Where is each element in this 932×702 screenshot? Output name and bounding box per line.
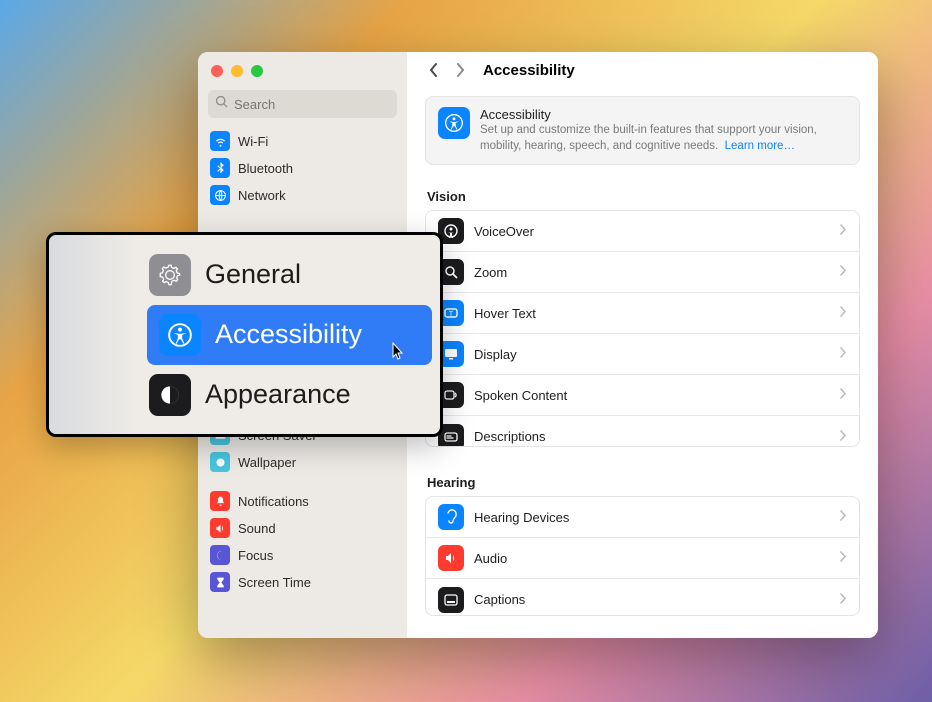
sidebar-item-label: Network (238, 188, 286, 203)
callout-label: Appearance (205, 379, 351, 410)
row-spokencontent[interactable]: Spoken Content (426, 375, 859, 416)
close-window-button[interactable] (211, 65, 223, 77)
audio-icon (438, 545, 464, 571)
wifi-icon (210, 131, 230, 151)
zoom-callout: General Accessibility Appearance (46, 232, 443, 437)
hero-banner: Accessibility Set up and customize the b… (425, 96, 860, 165)
sidebar-item-wifi[interactable]: Wi-Fi (208, 128, 397, 154)
sidebar-item-network[interactable]: Network (208, 182, 397, 208)
sidebar-item-label: Wallpaper (238, 455, 296, 470)
row-label: Spoken Content (474, 388, 840, 403)
sidebar-item-label: Focus (238, 548, 273, 563)
sidebar-item-focus[interactable]: Focus (208, 542, 397, 568)
chevron-right-icon (840, 304, 847, 322)
sidebar-item-label: Notifications (238, 494, 309, 509)
row-label: Zoom (474, 265, 840, 280)
row-descriptions[interactable]: Descriptions (426, 416, 859, 447)
zoom-window-button[interactable] (251, 65, 263, 77)
bluetooth-icon (210, 158, 230, 178)
content-pane: Accessibility Accessibility Set up and c… (407, 52, 878, 638)
nav-back-button[interactable] (423, 59, 445, 81)
callout-general[interactable]: General (139, 245, 440, 305)
chevron-right-icon (840, 508, 847, 526)
section-label-hearing: Hearing (427, 475, 858, 490)
search-field[interactable] (208, 90, 397, 118)
cursor-icon (392, 342, 406, 367)
row-hovertext[interactable]: T Hover Text (426, 293, 859, 334)
globe-icon (210, 185, 230, 205)
hero-title: Accessibility (480, 107, 847, 122)
sidebar-item-sound[interactable]: Sound (208, 515, 397, 541)
row-hearingdevices[interactable]: Hearing Devices (426, 497, 859, 538)
section-label-vision: Vision (427, 189, 858, 204)
callout-accessibility[interactable]: Accessibility (147, 305, 432, 365)
search-input[interactable] (234, 97, 410, 112)
hero-text: Accessibility Set up and customize the b… (480, 107, 847, 154)
window-controls (198, 52, 407, 90)
accessibility-icon (438, 107, 470, 139)
page-title: Accessibility (483, 62, 575, 79)
hearing-rows: Hearing Devices Audio Captions (425, 496, 860, 616)
chevron-right-icon (840, 428, 847, 446)
sidebar-item-label: Wi-Fi (238, 134, 268, 149)
search-icon (215, 95, 234, 114)
bell-icon (210, 491, 230, 511)
sidebar-item-screentime[interactable]: Screen Time (208, 569, 397, 595)
row-label: Display (474, 347, 840, 362)
row-label: Hearing Devices (474, 510, 840, 525)
svg-text:T: T (449, 311, 454, 318)
captions-icon (438, 587, 464, 613)
row-label: Audio (474, 551, 840, 566)
chevron-right-icon (840, 345, 847, 363)
chevron-right-icon (840, 263, 847, 281)
row-audio[interactable]: Audio (426, 538, 859, 579)
row-voiceover[interactable]: VoiceOver (426, 211, 859, 252)
gear-icon (149, 254, 191, 296)
minimize-window-button[interactable] (231, 65, 243, 77)
learn-more-link[interactable]: Learn more… (725, 140, 795, 152)
row-label: Descriptions (474, 429, 840, 444)
sidebar-item-notifications[interactable]: Notifications (208, 488, 397, 514)
ear-icon (438, 504, 464, 530)
topbar: Accessibility (407, 52, 878, 88)
row-label: Hover Text (474, 306, 840, 321)
appearance-icon (149, 374, 191, 416)
sidebar-item-label: Sound (238, 521, 276, 536)
row-label: VoiceOver (474, 224, 840, 239)
chevron-right-icon (840, 386, 847, 404)
vision-rows: VoiceOver Zoom T Hover Text Display Spok… (425, 210, 860, 447)
accessibility-icon (159, 314, 201, 356)
speaker-icon (210, 518, 230, 538)
callout-appearance[interactable]: Appearance (139, 365, 440, 425)
row-captions[interactable]: Captions (426, 579, 859, 616)
callout-label: Accessibility (215, 319, 362, 350)
hourglass-icon (210, 572, 230, 592)
sidebar-item-bluetooth[interactable]: Bluetooth (208, 155, 397, 181)
chevron-right-icon (840, 591, 847, 609)
row-label: Captions (474, 592, 840, 607)
sidebar-item-wallpaper[interactable]: Wallpaper (208, 449, 397, 475)
chevron-right-icon (840, 222, 847, 240)
wallpaper-icon (210, 452, 230, 472)
nav-forward-button[interactable] (449, 59, 471, 81)
moon-icon (210, 545, 230, 565)
callout-label: General (205, 259, 301, 290)
row-zoom[interactable]: Zoom (426, 252, 859, 293)
row-display[interactable]: Display (426, 334, 859, 375)
sidebar-item-label: Screen Time (238, 575, 311, 590)
chevron-right-icon (840, 549, 847, 567)
sidebar-item-label: Bluetooth (238, 161, 293, 176)
